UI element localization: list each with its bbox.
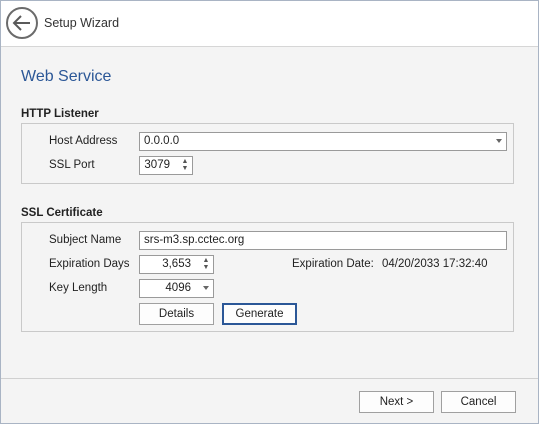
ssl-port-stepper[interactable]: 3079 ▲ ▼ xyxy=(139,156,193,175)
back-button[interactable] xyxy=(6,7,38,39)
ssl-port-value: 3079 xyxy=(144,159,170,171)
host-address-dropdown[interactable]: 0.0.0.0 xyxy=(139,132,507,151)
expiration-date-label: Expiration Date: xyxy=(292,258,374,270)
setup-wizard-window: Setup Wizard Web Service HTTP Listener H… xyxy=(0,0,539,424)
expiration-days-label: Expiration Days xyxy=(49,258,130,270)
back-arrow-icon xyxy=(12,15,30,31)
ssl-port-spin: ▲ ▼ xyxy=(180,158,190,173)
expiration-days-spin: ▲ ▼ xyxy=(201,257,211,272)
http-listener-group: Host Address 0.0.0.0 SSL Port 3079 ▲ ▼ xyxy=(21,123,514,184)
ssl-certificate-title: SSL Certificate xyxy=(21,207,103,219)
host-address-label: Host Address xyxy=(49,135,118,147)
subject-name-value: srs-m3.sp.cctec.org xyxy=(144,234,245,246)
chevron-down-icon[interactable] xyxy=(203,286,209,290)
page-title: Web Service xyxy=(21,68,112,85)
key-length-value: 4096 xyxy=(165,282,191,294)
key-length-label: Key Length xyxy=(49,282,108,294)
spin-down-icon[interactable]: ▼ xyxy=(180,165,190,172)
subject-name-input[interactable]: srs-m3.sp.cctec.org xyxy=(139,231,507,250)
spin-up-icon[interactable]: ▲ xyxy=(201,257,211,264)
next-button[interactable]: Next > xyxy=(359,391,434,413)
spin-down-icon[interactable]: ▼ xyxy=(201,264,211,271)
window-title: Setup Wizard xyxy=(44,16,120,30)
wizard-footer: Next > Cancel xyxy=(1,379,538,423)
key-length-dropdown[interactable]: 4096 xyxy=(139,279,214,298)
host-address-value: 0.0.0.0 xyxy=(144,135,180,147)
details-button[interactable]: Details xyxy=(139,303,214,325)
generate-button[interactable]: Generate xyxy=(222,303,297,325)
title-bar: Setup Wizard xyxy=(1,1,538,47)
ssl-certificate-group: Subject Name srs-m3.sp.cctec.org Expirat… xyxy=(21,222,514,332)
cancel-button[interactable]: Cancel xyxy=(441,391,516,413)
subject-name-label: Subject Name xyxy=(49,234,122,246)
http-listener-title: HTTP Listener xyxy=(21,108,99,120)
expiration-days-value: 3,653 xyxy=(162,258,191,270)
spin-up-icon[interactable]: ▲ xyxy=(180,158,190,165)
wizard-content: Web Service HTTP Listener Host Address 0… xyxy=(1,47,538,379)
ssl-port-label: SSL Port xyxy=(49,159,95,171)
expiration-days-stepper[interactable]: 3,653 ▲ ▼ xyxy=(139,255,214,274)
chevron-down-icon[interactable] xyxy=(496,139,502,143)
expiration-date-value: 04/20/2033 17:32:40 xyxy=(382,258,488,270)
